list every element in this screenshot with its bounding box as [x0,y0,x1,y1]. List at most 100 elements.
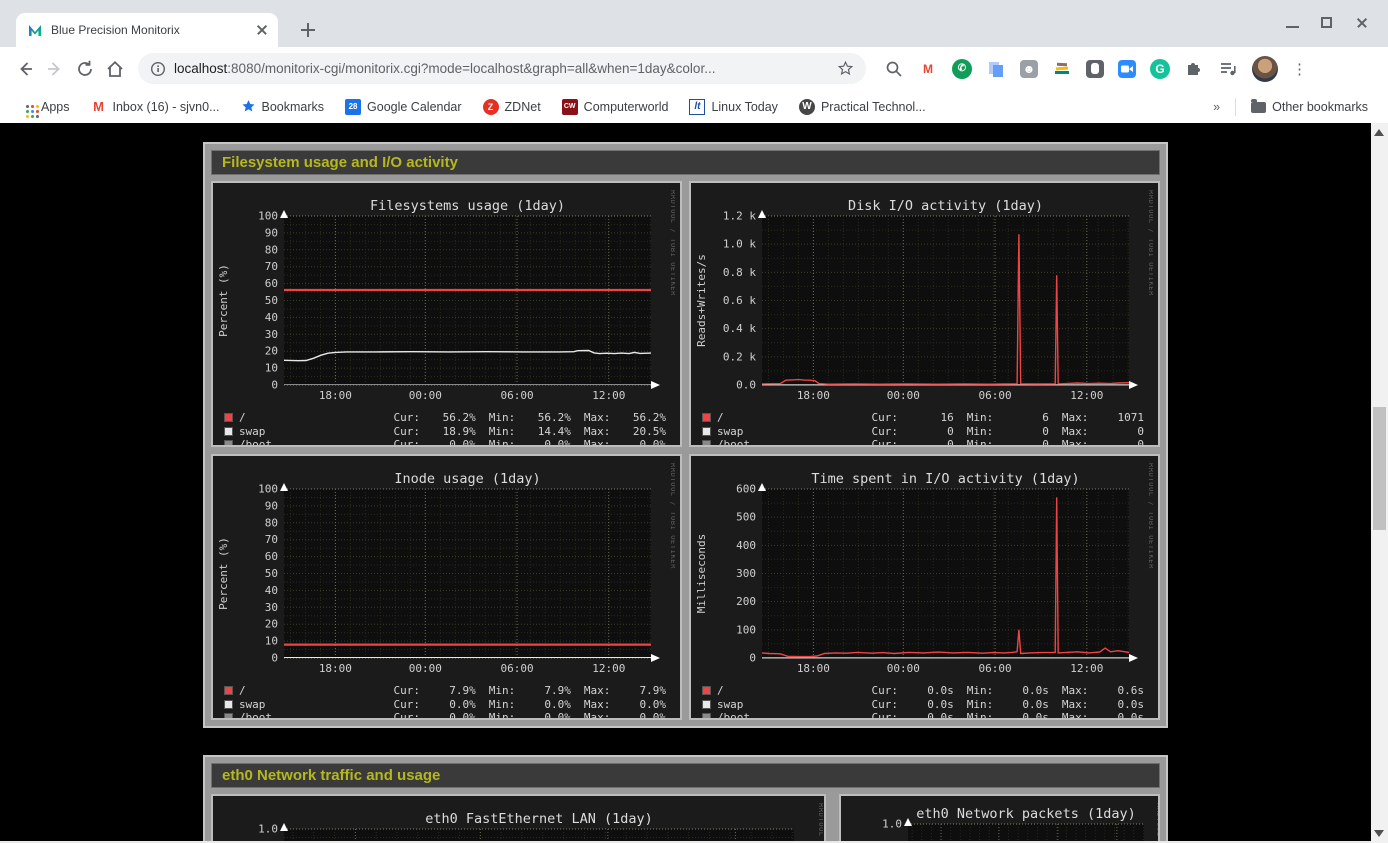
legend-stat-max: Max:0.0% [584,438,679,447]
gmail-icon[interactable]: M [918,59,938,79]
chart-title: Inode usage (1day) [394,471,540,487]
keep-icon[interactable] [1086,60,1104,78]
profile-avatar[interactable] [1252,56,1278,82]
menu-icon[interactable]: ⋮ [1292,60,1307,78]
graph-panel-filesystems-usage[interactable]: 010203040506070809010018:0000:0006:0012:… [211,181,682,447]
legend-swatch [702,713,711,720]
y-tick-label: 40 [265,584,278,597]
back-button[interactable] [10,54,40,84]
legend-swatch [702,700,711,709]
tab-close-icon[interactable] [254,22,270,38]
graph-panel-eth0-lan[interactable]: 1.00.9eth0 FastEthernet LAN (1day)RRDTOO… [211,794,826,843]
maximize-icon[interactable] [1321,17,1332,28]
legend-stat-min: Min:0.0% [489,698,584,711]
y-tick-label: 1.0 [258,823,278,836]
legend-row: /Cur:56.2%Min:56.2%Max:56.2% [224,411,679,425]
chart-canvas: 1.0eth0 Network packets (1day)Packets/sR… [842,797,1160,843]
rrdtool-watermark: RRDTOOL / TOBI OETIKER [817,803,823,843]
url-text[interactable]: localhost:8080/monitorix-cgi/monitorix.c… [174,61,837,76]
legend-row: swapCur:0Min:0Max:0 [702,425,1157,439]
copy-pages-icon[interactable] [986,59,1006,79]
zoom-icon[interactable] [1118,60,1136,78]
legend-series-name: / [239,411,394,424]
legend-stat-max: Max:0.0% [584,698,679,711]
chart-title: eth0 Network packets (1day) [916,806,1135,822]
bookmark-google-calendar[interactable]: 28 Google Calendar [339,96,468,118]
bookmark-bookmarks[interactable]: Bookmarks [235,96,331,117]
chart-title: Disk I/O activity (1day) [848,198,1043,214]
legend-swatch [702,686,711,695]
scroll-up-icon[interactable] [1374,129,1384,136]
bookmark-inbox[interactable]: M Inbox (16) - sjvn0... [85,96,226,118]
y-tick-label: 80 [265,243,278,256]
bookmark-practical-technology[interactable]: W Practical Technol... [793,96,932,118]
browser-toolbar: localhost:8080/monitorix-cgi/monitorix.c… [0,47,1388,90]
y-tick-label: 300 [736,567,756,580]
y-tick-label: 30 [265,328,278,341]
chart-legend: /Cur:7.9%Min:7.9%Max:7.9%swapCur:0.0%Min… [214,682,679,720]
bookmark-zdnet[interactable]: Z ZDNet [477,96,547,118]
bookmarks-overflow-chevron[interactable]: » [1207,97,1226,117]
y-tick-label: 500 [736,511,756,524]
x-tick-label: 12:00 [592,389,625,402]
legend-stat-min: Min:0 [967,438,1062,447]
bookmark-star-icon[interactable] [837,60,854,77]
zdnet-icon: Z [483,99,499,115]
other-bookmarks-button[interactable]: Other bookmarks [1245,97,1374,117]
legend-row: /Cur:0.0sMin:0.0sMax:0.6s [702,684,1157,698]
chart-canvas: 010203040506070809010018:0000:0006:0012:… [214,184,675,404]
url-bar[interactable]: localhost:8080/monitorix-cgi/monitorix.c… [138,53,866,84]
legend-series-name: / [717,411,872,424]
y-tick-label: 1.0 [882,818,902,831]
bookmark-linux-today[interactable]: lt Linux Today [683,96,784,118]
reload-button[interactable] [70,54,100,84]
close-window-icon[interactable] [1354,15,1370,31]
scrollbar[interactable] [1371,123,1388,843]
x-axis-arrow [1129,654,1138,662]
graph-panel-disk-io[interactable]: 0.00.2 k0.4 k0.6 k0.8 k1.0 k1.2 k18:0000… [689,181,1160,447]
bookmark-computerworld[interactable]: CW Computerworld [556,96,675,118]
rrdtool-watermark: RRDTOOL / TOBI OETIKER [669,190,675,296]
graph-panel-io-time[interactable]: 010020030040050060018:0000:0006:0012:00T… [689,454,1160,720]
bookmarks-bar: Apps M Inbox (16) - sjvn0... Bookmarks 2… [0,90,1388,123]
x-tick-label: 06:00 [978,389,1011,402]
graph-panel-eth0-packets[interactable]: 1.0eth0 Network packets (1day)Packets/sR… [839,794,1160,843]
y-tick-label: 90 [265,226,278,239]
contacts-icon[interactable]: ☻ [1020,60,1038,78]
scroll-down-icon[interactable] [1374,830,1384,837]
legend-stat-max: Max:0 [1062,438,1157,447]
legend-stat-min: Min:14.4% [489,425,584,438]
legend-stat-cur: Cur:0 [872,438,967,447]
playlist-icon[interactable] [1218,59,1238,79]
legend-swatch [224,686,233,695]
rrdtool-watermark: RRDTOOL / TOBI OETIKER [1147,463,1153,569]
search-icon[interactable] [884,59,904,79]
section-title-network: eth0 Network traffic and usage [211,763,1160,788]
y-tick-label: 80 [265,516,278,529]
x-tick-label: 06:00 [500,389,533,402]
apps-button[interactable]: Apps [14,96,76,117]
legend-stat-cur: Cur:0.0% [394,698,489,711]
page-info-icon[interactable] [150,61,166,77]
y-axis-label: Percent (%) [217,264,230,337]
scrollbar-thumb[interactable] [1373,407,1386,530]
legend-stat-max: Max:0 [1062,425,1157,438]
y-tick-label: 400 [736,539,756,552]
new-tab-button[interactable] [296,18,320,42]
graph-panel-inode-usage[interactable]: 010203040506070809010018:0000:0006:0012:… [211,454,682,720]
voice-icon[interactable]: ✆ [952,59,972,79]
extensions-puzzle-icon[interactable] [1184,59,1204,79]
y-axis-label: Percent (%) [217,537,230,610]
browser-tab[interactable]: Blue Precision Monitorix [16,13,278,47]
grammarly-icon[interactable]: G [1150,59,1170,79]
library-icon[interactable] [1052,59,1072,79]
home-button[interactable] [100,54,130,84]
forward-button[interactable] [40,54,70,84]
y-tick-label: 40 [265,311,278,324]
y-tick-label: 60 [265,277,278,290]
y-tick-label: 0 [271,652,278,665]
legend-row: swapCur:0.0sMin:0.0sMax:0.0s [702,698,1157,712]
section-title-filesystem: Filesystem usage and I/O activity [211,150,1160,175]
y-tick-label: 0 [749,652,756,665]
minimize-icon[interactable] [1286,26,1299,28]
